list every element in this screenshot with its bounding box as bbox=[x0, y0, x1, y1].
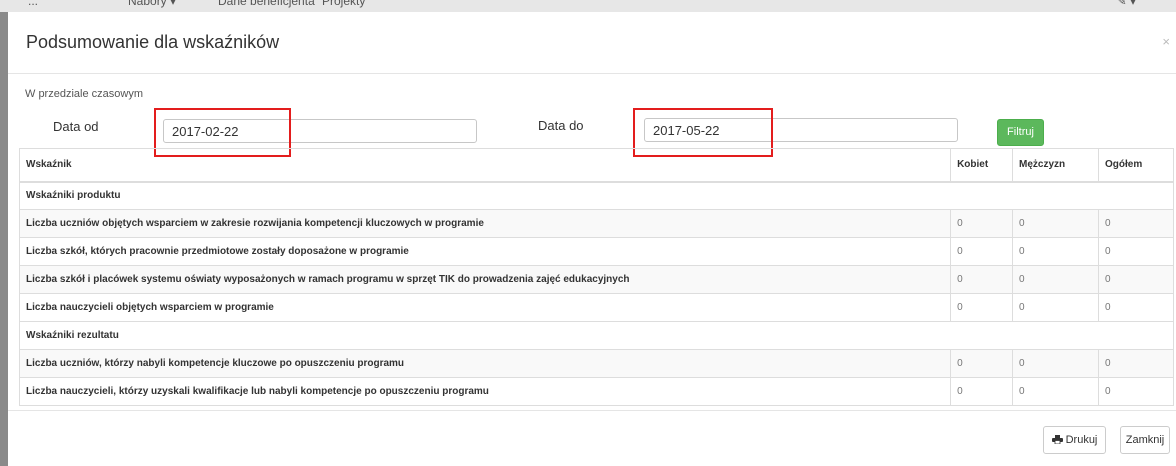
table-row: Liczba nauczycieli objętych wsparciem w … bbox=[18, 293, 1174, 322]
close-icon[interactable]: × bbox=[1162, 34, 1170, 49]
indicator-name: Liczba nauczycieli objętych wsparciem w … bbox=[18, 293, 952, 322]
print-button[interactable]: Drukuj bbox=[1043, 426, 1106, 454]
print-button-label: Drukuj bbox=[1065, 434, 1098, 446]
printer-icon bbox=[1051, 435, 1063, 444]
value-mezczyzn: 0 bbox=[1012, 377, 1099, 406]
modal-title: Podsumowanie dla wskaźników bbox=[26, 32, 280, 52]
value-kobiet: 0 bbox=[950, 265, 1014, 294]
table-row: Liczba uczniów objętych wsparciem w zakr… bbox=[18, 209, 1174, 238]
indicator-name: Liczba nauczycieli, którzy uzyskali kwal… bbox=[18, 377, 952, 406]
section-title-produktu: Wskaźniki produktu bbox=[19, 181, 1174, 210]
value-mezczyzn: 0 bbox=[1012, 265, 1099, 294]
section-row: Wskaźniki rezultatu bbox=[19, 321, 1174, 350]
value-kobiet: 0 bbox=[950, 237, 1014, 266]
indicator-name: Liczba szkół, których pracownie przedmio… bbox=[18, 237, 952, 266]
date-to-label: Data do bbox=[538, 118, 584, 133]
table-row: Liczba uczniów, którzy nabyli kompetencj… bbox=[18, 349, 1174, 378]
value-ogolem: 0 bbox=[1098, 293, 1174, 322]
header-wskaznik[interactable]: Wskaźnik bbox=[18, 148, 952, 183]
close-button[interactable]: Zamknij bbox=[1120, 426, 1170, 454]
indicator-name: Liczba uczniów, którzy nabyli kompetencj… bbox=[18, 349, 952, 378]
value-kobiet: 0 bbox=[950, 349, 1014, 378]
table-row: Liczba nauczycieli, którzy uzyskali kwal… bbox=[18, 377, 1174, 406]
nav-edit-icon: ✎ ▾ bbox=[1116, 0, 1136, 8]
indicator-name: Liczba szkół i placówek systemu oświaty … bbox=[18, 265, 952, 294]
value-ogolem: 0 bbox=[1098, 237, 1174, 266]
nav-item-dane-beneficjenta: Dane beneficjenta bbox=[218, 0, 315, 8]
modal-footer: Drukuj Zamknij bbox=[8, 410, 1176, 466]
table-header-row: Wskaźnik Kobiet Mężczyzn Ogółem bbox=[18, 148, 1174, 183]
date-range-label: W przedziale czasowym bbox=[25, 88, 143, 100]
section-title-rezultatu: Wskaźniki rezultatu bbox=[19, 321, 1174, 350]
value-mezczyzn: 0 bbox=[1012, 209, 1099, 238]
value-ogolem: 0 bbox=[1098, 209, 1174, 238]
modal-header: Podsumowanie dla wskaźników × bbox=[8, 12, 1176, 74]
header-mezczyzn[interactable]: Mężczyzn bbox=[1012, 148, 1099, 183]
value-mezczyzn: 0 bbox=[1012, 349, 1099, 378]
nav-item: ... bbox=[28, 0, 39, 8]
summary-modal: Podsumowanie dla wskaźników × W przedzia… bbox=[8, 12, 1176, 466]
value-ogolem: 0 bbox=[1098, 265, 1174, 294]
section-row: Wskaźniki produktu bbox=[19, 181, 1174, 210]
header-ogolem[interactable]: Ogółem bbox=[1098, 148, 1174, 183]
filter-button[interactable]: Filtruj bbox=[997, 119, 1044, 146]
value-ogolem: 0 bbox=[1098, 349, 1174, 378]
date-from-label: Data od bbox=[53, 119, 99, 134]
indicators-table: Wskaźnik Kobiet Mężczyzn Ogółem Wskaźnik… bbox=[18, 148, 1174, 406]
value-kobiet: 0 bbox=[950, 209, 1014, 238]
nav-item-projekty: Projekty bbox=[322, 0, 366, 8]
indicator-name: Liczba uczniów objętych wsparciem w zakr… bbox=[18, 209, 952, 238]
value-kobiet: 0 bbox=[950, 293, 1014, 322]
table-row: Liczba szkół i placówek systemu oświaty … bbox=[18, 265, 1174, 294]
value-kobiet: 0 bbox=[950, 377, 1014, 406]
value-ogolem: 0 bbox=[1098, 377, 1174, 406]
nav-item-nabory: Nabory ▾ bbox=[128, 0, 177, 8]
value-mezczyzn: 0 bbox=[1012, 237, 1099, 266]
value-mezczyzn: 0 bbox=[1012, 293, 1099, 322]
table-row: Liczba szkół, których pracownie przedmio… bbox=[18, 237, 1174, 266]
backdrop-edge bbox=[0, 12, 8, 466]
header-kobiet[interactable]: Kobiet bbox=[950, 148, 1014, 183]
